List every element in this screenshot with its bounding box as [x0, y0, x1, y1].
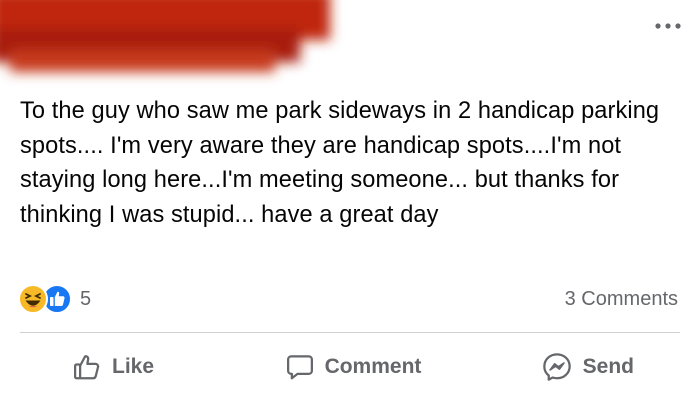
like-button[interactable]: Like [20, 340, 259, 394]
thumbs-up-icon [74, 355, 100, 380]
post-text: To the guy who saw me park sideways in 2… [20, 98, 660, 228]
more-options-button[interactable] [654, 14, 682, 38]
post-action-bar: Like Comment Send [20, 340, 680, 394]
send-button-label: Send [582, 355, 634, 378]
comment-button[interactable]: Comment [259, 340, 446, 394]
reaction-count: 5 [80, 287, 92, 310]
haha-emoji-icon [18, 284, 48, 314]
author-redaction [0, 0, 330, 72]
like-button-label: Like [112, 355, 155, 378]
comments-count-link[interactable]: 3 Comments [565, 288, 678, 311]
send-button[interactable]: Send [447, 340, 680, 394]
comment-bubble-icon [286, 355, 313, 380]
more-dots-icon [655, 23, 681, 29]
messenger-icon [542, 353, 571, 381]
reactions-summary[interactable]: 5 [18, 284, 91, 314]
action-divider [20, 332, 680, 333]
comment-button-label: Comment [324, 355, 422, 378]
